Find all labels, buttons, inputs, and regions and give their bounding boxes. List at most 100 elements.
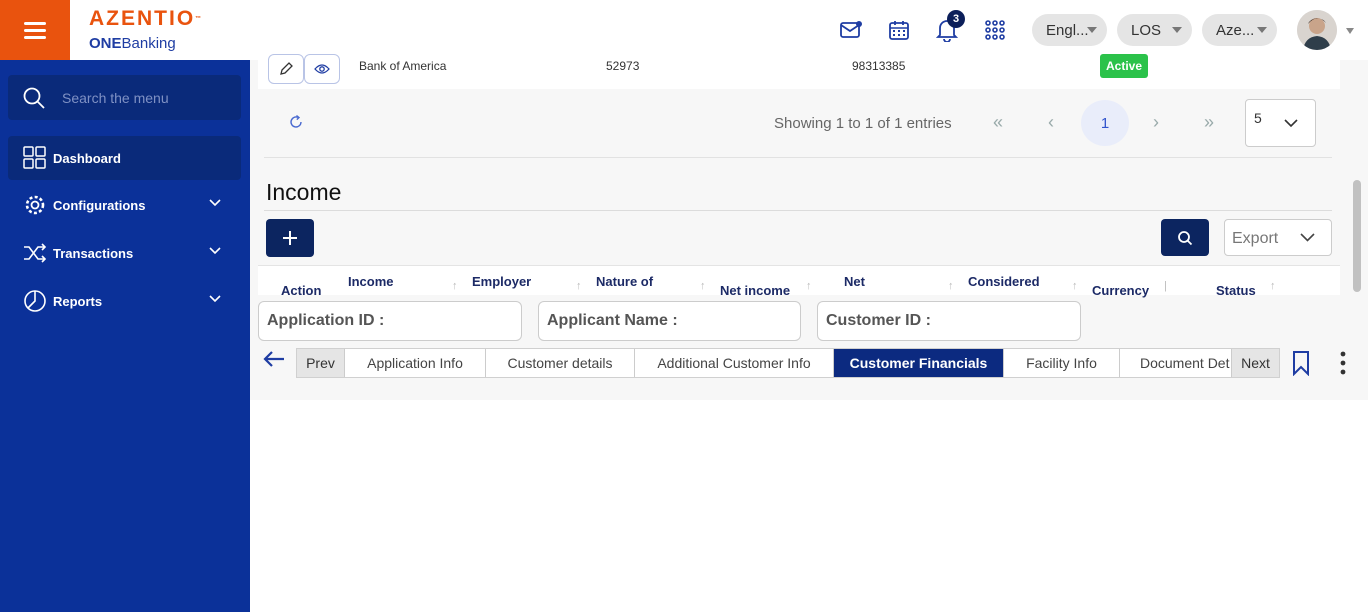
table-cell: 52973: [606, 59, 640, 73]
column-header-status[interactable]: Status: [1216, 283, 1256, 298]
bookmark-icon[interactable]: [1291, 350, 1311, 376]
sort-icon[interactable]: ↑: [1072, 280, 1078, 292]
column-header-currency[interactable]: Currency: [1092, 283, 1149, 298]
user-avatar[interactable]: [1297, 10, 1337, 50]
plus-icon: [283, 231, 297, 245]
sort-icon[interactable]: ↑: [700, 280, 706, 292]
column-header-nature-of[interactable]: Nature of: [596, 274, 653, 289]
top-header: AZENTIO™ ONEBanking 3 Engl... LOS Aze...: [0, 0, 1368, 60]
income-search-button[interactable]: [1161, 219, 1209, 256]
column-header-net[interactable]: Net: [844, 274, 865, 289]
sort-icon[interactable]: ↑: [452, 280, 458, 292]
gear-icon: [25, 195, 45, 215]
main-content: Bank of America 52973 98313385 Active Sh…: [250, 54, 1368, 612]
income-table-header: Action Income ↑ Employer ↑ Nature of ↑ N…: [258, 265, 1340, 298]
page-size-value: 5: [1254, 110, 1262, 126]
view-button[interactable]: [304, 54, 340, 84]
current-page-button[interactable]: 1: [1081, 100, 1129, 146]
last-page-button[interactable]: »: [1204, 112, 1214, 133]
add-income-button[interactable]: [266, 219, 314, 257]
edit-button[interactable]: [268, 54, 304, 84]
chevron-down-icon: [1257, 27, 1267, 33]
sidebar-item-dashboard[interactable]: Dashboard: [8, 136, 241, 180]
bank-name-cell: Bank of America: [359, 59, 447, 73]
user-menu-caret-icon[interactable]: [1346, 28, 1354, 34]
divider: [264, 157, 1332, 158]
column-header-action: Action: [281, 283, 322, 298]
tab-additional-customer-info[interactable]: Additional Customer Info: [635, 349, 834, 377]
divider: [264, 210, 1332, 211]
module-value: LOS: [1131, 21, 1162, 39]
export-select[interactable]: Export: [1224, 219, 1332, 256]
hamburger-icon: [24, 22, 46, 39]
chevron-down-icon: [1300, 233, 1315, 242]
pencil-icon: [280, 62, 293, 75]
pagination-summary: Showing 1 to 1 of 1 entries: [774, 115, 952, 132]
entity-select[interactable]: Aze...: [1202, 14, 1277, 46]
entity-value: Aze...: [1216, 21, 1255, 39]
sidebar-item-label: Reports: [53, 293, 103, 309]
sidebar-item-label: Configurations: [53, 197, 146, 213]
chevron-down-icon: [209, 199, 221, 207]
sidebar-item-label: Transactions: [53, 245, 134, 261]
customer-financials-panel: Bank of America 52973 98313385 Active Sh…: [250, 54, 1368, 400]
menu-toggle-button[interactable]: [0, 0, 70, 60]
tab-document-details[interactable]: Document Det: [1120, 349, 1232, 377]
sort-icon[interactable]: ↑: [948, 280, 954, 292]
chevron-down-icon: [1172, 27, 1182, 33]
product-name: Banking: [121, 35, 176, 52]
shuffle-icon: [24, 243, 47, 263]
chevron-down-icon: [1284, 119, 1298, 128]
search-icon: [23, 87, 45, 109]
tab-next-button[interactable]: Next: [1232, 349, 1279, 377]
apps-grid-icon[interactable]: [981, 16, 1009, 44]
column-header-net-income[interactable]: Net income: [720, 283, 790, 298]
applicant-name-field: Applicant Name :: [538, 301, 801, 341]
module-select[interactable]: LOS: [1117, 14, 1192, 46]
chevron-down-icon: [1087, 27, 1097, 33]
menu-search-input[interactable]: [62, 89, 232, 106]
sort-icon[interactable]: ↑: [576, 280, 582, 292]
column-header-employer[interactable]: Employer: [472, 274, 531, 289]
notification-badge: 3: [947, 10, 965, 28]
first-page-button[interactable]: «: [993, 112, 1003, 133]
refresh-icon[interactable]: [288, 114, 304, 130]
sidebar-item-label: Dashboard: [53, 150, 121, 166]
sidebar-item-configurations[interactable]: Configurations: [8, 183, 241, 227]
tab-customer-financials[interactable]: Customer Financials: [834, 349, 1004, 377]
prev-page-button[interactable]: ‹: [1048, 112, 1054, 133]
calendar-icon[interactable]: [885, 16, 913, 44]
more-options-icon[interactable]: [1339, 351, 1347, 377]
tab-application-info[interactable]: Application Info: [345, 349, 486, 377]
table-cell: 98313385: [852, 59, 906, 73]
sidebar-item-reports[interactable]: Reports: [8, 279, 241, 323]
sort-icon[interactable]: ↑: [1270, 280, 1276, 292]
page-size-select[interactable]: 5: [1245, 99, 1316, 147]
tab-facility-info[interactable]: Facility Info: [1004, 349, 1120, 377]
step-tabs: Prev Application Info Customer details A…: [296, 348, 1280, 378]
next-page-button[interactable]: ›: [1153, 112, 1159, 133]
sidebar: Dashboard Configurations Transactions Re…: [0, 60, 250, 612]
column-header-income[interactable]: Income: [348, 274, 394, 289]
sort-icon[interactable]: ↑: [806, 280, 812, 292]
product-name-bold: ONE: [89, 35, 122, 52]
menu-search[interactable]: [8, 75, 241, 120]
customer-id-field: Customer ID :: [817, 301, 1081, 341]
tab-prev-button[interactable]: Prev: [297, 349, 345, 377]
sidebar-item-transactions[interactable]: Transactions: [8, 231, 241, 275]
export-label: Export: [1232, 230, 1279, 247]
language-value: Engl...: [1046, 21, 1089, 39]
column-header-considered[interactable]: Considered: [968, 274, 1040, 289]
language-select[interactable]: Engl...: [1032, 14, 1107, 46]
tab-customer-details[interactable]: Customer details: [486, 349, 635, 377]
sort-icon[interactable]: |: [1164, 280, 1167, 292]
scrollbar[interactable]: [1353, 180, 1361, 292]
back-arrow-icon[interactable]: [262, 349, 286, 369]
table-row: Bank of America 52973 98313385 Active: [258, 54, 1340, 89]
status-badge: Active: [1100, 54, 1149, 78]
application-id-field: Application ID :: [258, 301, 522, 341]
brand-trademark: ™: [195, 16, 202, 22]
mail-icon[interactable]: [837, 16, 865, 44]
app-logo[interactable]: AZENTIO™ ONEBanking: [89, 8, 201, 54]
section-title: Income: [266, 179, 342, 205]
